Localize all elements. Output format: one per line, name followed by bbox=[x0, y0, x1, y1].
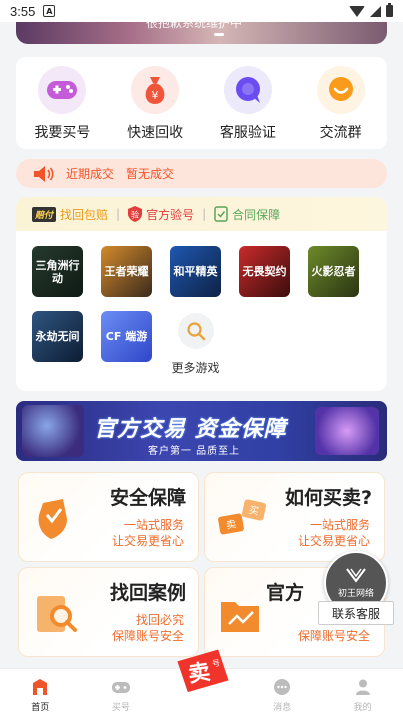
message-icon bbox=[274, 679, 291, 695]
recent-deals-bar: 近期成交 暂无成交 bbox=[16, 159, 387, 188]
home-icon bbox=[33, 679, 48, 695]
gamepad-icon bbox=[38, 66, 87, 114]
banner-subtitle: 客户第一 品质至上 bbox=[148, 446, 241, 457]
game-tile[interactable]: 三角洲行动 bbox=[32, 246, 83, 297]
info-card-title: 官方 bbox=[265, 582, 304, 604]
svg-text:卖: 卖 bbox=[187, 659, 212, 688]
svg-text:¥: ¥ bbox=[152, 89, 159, 102]
more-games[interactable]: 更多游戏 bbox=[170, 311, 221, 376]
game-tile[interactable]: 无畏契约 bbox=[239, 246, 290, 297]
info-card-line: 让交易更省心 bbox=[111, 534, 184, 548]
banner-gamepad-art bbox=[315, 407, 379, 455]
guarantee-item: 找回包赔 bbox=[60, 207, 109, 222]
game-tile[interactable]: 火影忍者 bbox=[308, 246, 359, 297]
sell-badge-icon[interactable]: 卖 号 bbox=[172, 646, 231, 695]
shield-icon bbox=[38, 499, 67, 539]
quick-action-label: 交流群 bbox=[319, 125, 362, 141]
quick-action-verify[interactable]: 客服验证 bbox=[202, 57, 295, 149]
signal-icon bbox=[370, 5, 381, 17]
info-card-security[interactable]: 安全保障 一站式服务 让交易更省心 bbox=[18, 472, 199, 562]
game-thumb: 和平精英 bbox=[170, 246, 221, 297]
info-card-recovery-cases[interactable]: 找回案例 找回必究 保障账号安全 bbox=[18, 567, 199, 657]
quick-action-buy[interactable]: 我要买号 bbox=[16, 57, 109, 149]
svg-text:验: 验 bbox=[131, 210, 139, 220]
tab-messages[interactable]: 消息 bbox=[242, 669, 323, 716]
info-card-line: 让交易更省心 bbox=[297, 534, 370, 548]
info-card-title: 如何买卖? bbox=[284, 487, 372, 509]
tab-label: 消息 bbox=[273, 703, 292, 713]
carousel-dot bbox=[214, 33, 224, 36]
game-thumb: 火影忍者 bbox=[308, 246, 359, 297]
quick-action-group[interactable]: 交流群 bbox=[294, 57, 387, 149]
game-thumb: CF 端游 bbox=[101, 311, 152, 362]
contract-icon bbox=[214, 206, 228, 222]
info-card-title: 安全保障 bbox=[109, 487, 186, 509]
tab-label: 首页 bbox=[31, 703, 50, 713]
notification-icon: A bbox=[43, 5, 56, 17]
speaker-icon bbox=[34, 165, 54, 182]
service-logo-text: 初王网络 bbox=[337, 589, 374, 599]
tab-label: 我的 bbox=[353, 703, 372, 713]
info-card-line: 保障账号安全 bbox=[297, 629, 370, 643]
search-icon bbox=[177, 313, 214, 349]
divider: | bbox=[116, 207, 121, 221]
game-tile[interactable]: CF 端游 bbox=[101, 311, 152, 376]
gamepad-icon bbox=[111, 682, 130, 693]
floating-service: 初王网络 联系客服 bbox=[318, 551, 398, 627]
smile-chat-icon bbox=[316, 66, 365, 114]
wifi-icon bbox=[349, 5, 365, 17]
guarantee-item: 合同保障 bbox=[232, 207, 281, 222]
banner-art bbox=[22, 405, 84, 457]
quick-action-label: 客服验证 bbox=[219, 125, 276, 141]
game-tile[interactable]: 和平精英 bbox=[170, 246, 221, 297]
info-card-how-to-trade[interactable]: 卖买 如何买卖? 一站式服务 让交易更省心 bbox=[204, 472, 385, 562]
games-grid: 三角洲行动 王者荣耀 和平精英 无畏契约 火影忍者 永劫无间 CF 端游 更多游… bbox=[16, 231, 387, 376]
tab-profile[interactable]: 我的 bbox=[322, 669, 403, 716]
info-card-line: 保障账号安全 bbox=[111, 629, 184, 643]
game-tile[interactable]: 王者荣耀 bbox=[101, 246, 152, 297]
status-bar: 3:55 A bbox=[0, 0, 403, 22]
info-card-line: 找回必究 bbox=[135, 613, 184, 627]
game-tile[interactable]: 永劫无间 bbox=[32, 311, 83, 376]
more-games-label: 更多游戏 bbox=[171, 361, 220, 375]
recent-deals-status: 暂无成交 bbox=[126, 167, 175, 181]
game-thumb: 三角洲行动 bbox=[32, 246, 83, 297]
trade-icon: 卖买 bbox=[218, 499, 267, 535]
tab-label: 买号 bbox=[111, 703, 130, 713]
chat-bubble-icon bbox=[223, 66, 272, 114]
tab-home[interactable]: 首页 bbox=[0, 669, 81, 716]
games-card: 赔付 找回包赔 | 验 官方验号 | 合同保障 三角洲行动 王者荣耀 和平精英 … bbox=[16, 197, 387, 391]
quick-action-label: 我要买号 bbox=[34, 125, 91, 141]
user-icon bbox=[355, 679, 370, 695]
money-bag-icon: ¥ bbox=[131, 66, 180, 114]
game-thumb: 王者荣耀 bbox=[101, 246, 152, 297]
quick-action-recycle[interactable]: ¥ 快速回收 bbox=[109, 57, 202, 149]
guarantee-item: 官方验号 bbox=[146, 207, 195, 222]
game-thumb: 无畏契约 bbox=[239, 246, 290, 297]
guarantee-bar: 赔付 找回包赔 | 验 官方验号 | 合同保障 bbox=[16, 197, 387, 231]
contact-service-button[interactable]: 联系客服 bbox=[318, 601, 394, 625]
battery-icon bbox=[386, 3, 393, 17]
promo-banner[interactable]: 官方交易 资金保障 客户第一 品质至上 bbox=[16, 401, 387, 461]
info-card-title: 找回案例 bbox=[109, 582, 186, 604]
divider: | bbox=[202, 207, 207, 221]
game-thumb: 永劫无间 bbox=[32, 311, 83, 362]
logo-icon bbox=[346, 568, 366, 583]
status-time: 3:55 bbox=[10, 3, 36, 19]
info-card-line: 一站式服务 bbox=[309, 518, 370, 532]
svg-text:卖: 卖 bbox=[225, 518, 237, 532]
svg-text:号: 号 bbox=[212, 658, 221, 668]
quick-actions: 我要买号 ¥ 快速回收 客服验证 交流群 bbox=[16, 57, 387, 149]
magnifier-doc-icon bbox=[37, 596, 77, 632]
info-card-line: 一站式服务 bbox=[123, 518, 184, 532]
shield-icon: 验 bbox=[128, 206, 143, 222]
tab-buy[interactable]: 买号 bbox=[81, 669, 162, 716]
payout-tag: 赔付 bbox=[32, 206, 57, 222]
quick-action-label: 快速回收 bbox=[127, 125, 184, 141]
recent-deals-label: 近期成交 bbox=[66, 167, 115, 181]
banner-title: 官方交易 资金保障 bbox=[94, 417, 287, 442]
